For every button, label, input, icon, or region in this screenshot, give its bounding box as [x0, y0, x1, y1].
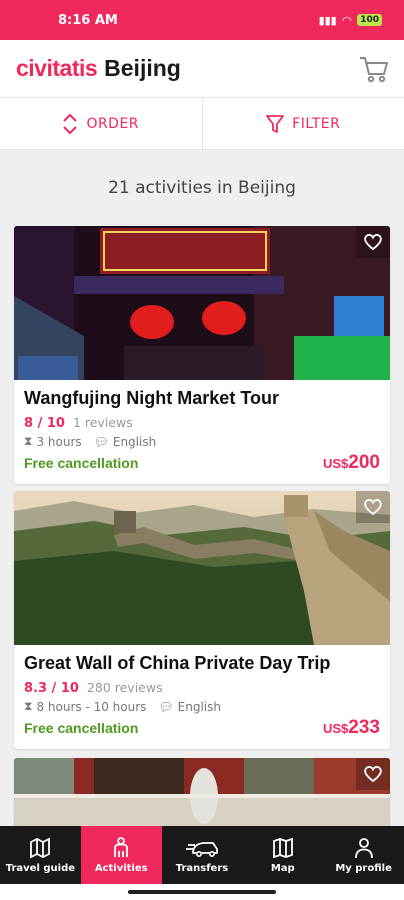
activity-meta: ⧗ 8 hours - 10 hours 💬︎ English [24, 699, 380, 714]
activity-card[interactable] [14, 758, 390, 826]
civitatis-logo[interactable]: civitatis [16, 55, 98, 82]
activity-image[interactable] [14, 226, 390, 380]
nav-my-profile[interactable]: My profile [323, 826, 404, 884]
status-time: 8:16 AM [58, 12, 118, 28]
language-bubble-icon: 💬︎ [93, 434, 109, 449]
nav-label: Activities [94, 862, 148, 874]
activity-card[interactable]: Wangfujing Night Market Tour 8 / 10 1 re… [14, 226, 390, 484]
price-row: Free cancellation US$233 [24, 717, 380, 739]
price-amount: 200 [348, 452, 380, 473]
nav-label: Map [270, 862, 295, 874]
price-currency: US$ [323, 456, 349, 471]
sort-icon [63, 113, 78, 134]
activity-meta: ⧗ 3 hours 💬︎ English [24, 434, 380, 449]
activity-image[interactable] [14, 491, 390, 645]
price-amount: 233 [348, 717, 380, 738]
price-currency: US$ [323, 721, 349, 736]
rating-row: 8 / 10 1 reviews [24, 415, 380, 431]
signal-icon: ▮▮▮ [318, 13, 337, 27]
favorite-button[interactable] [356, 758, 390, 790]
order-button[interactable]: ORDER [0, 98, 202, 149]
order-label: ORDER [86, 115, 140, 132]
activity-info: Great Wall of China Private Day Trip 8.3… [14, 645, 390, 749]
free-cancellation: Free cancellation [24, 720, 139, 736]
price-row: Free cancellation US$200 [24, 452, 380, 474]
filter-icon [266, 114, 285, 133]
language: English [177, 699, 221, 714]
activity-title[interactable]: Great Wall of China Private Day Trip [24, 653, 380, 674]
home-indicator[interactable] [128, 890, 276, 894]
heart-icon [364, 499, 382, 516]
status-bar: 8:16 AM ▮▮▮ ◠ 100 [0, 0, 404, 40]
heart-icon [364, 234, 382, 251]
free-cancellation: Free cancellation [24, 455, 139, 471]
activity-info: Wangfujing Night Market Tour 8 / 10 1 re… [14, 380, 390, 484]
reviews-count: 1 reviews [72, 415, 133, 430]
language-bubble-icon: 💬︎ [158, 699, 174, 714]
activity-card[interactable]: Great Wall of China Private Day Trip 8.3… [14, 491, 390, 749]
favorite-button[interactable] [356, 226, 390, 258]
activities-count: 21 activities in Beijing [108, 178, 296, 198]
nav-label: My profile [335, 862, 392, 874]
map-icon [272, 837, 293, 858]
filter-button[interactable]: FILTER [203, 98, 404, 149]
heart-icon [364, 766, 382, 783]
nav-map[interactable]: Map [242, 826, 323, 884]
nav-travel-guide[interactable]: Travel guide [0, 826, 81, 884]
hourglass-icon: ⧗ [24, 699, 33, 713]
nav-label: Travel guide [5, 862, 76, 874]
rating-row: 8.3 / 10 280 reviews [24, 680, 380, 696]
duration: 3 hours [36, 434, 82, 449]
rating: 8.3 / 10 [24, 681, 79, 696]
duration: 8 hours - 10 hours [36, 699, 147, 714]
cart-icon[interactable] [358, 54, 390, 84]
price: US$233 [323, 717, 380, 739]
nav-label: Transfers [175, 862, 229, 874]
reviews-count: 280 reviews [86, 680, 163, 695]
price: US$200 [323, 452, 380, 474]
nav-transfers[interactable]: Transfers [162, 826, 243, 884]
person-activities-icon [114, 836, 129, 857]
bottom-navigation: Travel guide Activities Transfers Map My… [0, 826, 404, 884]
map-book-icon [30, 837, 51, 858]
activity-image[interactable] [14, 758, 390, 826]
favorite-button[interactable] [356, 491, 390, 523]
wifi-icon: ◠ [342, 13, 352, 27]
filter-label: FILTER [292, 115, 341, 132]
status-icons: ▮▮▮ ◠ 100 [319, 14, 382, 27]
transfer-car-icon [185, 841, 218, 857]
nav-activities[interactable]: Activities [80, 826, 162, 884]
activity-title[interactable]: Wangfujing Night Market Tour [24, 388, 380, 409]
rating: 8 / 10 [24, 416, 65, 431]
profile-icon [354, 837, 373, 858]
page-title: Beijing [104, 55, 181, 81]
app-header: civitatis Beijing [0, 40, 404, 98]
sort-filter-toolbar: ORDER FILTER [0, 98, 404, 150]
battery-icon: 100 [357, 14, 382, 26]
language: English [112, 434, 157, 449]
hourglass-icon: ⧗ [24, 434, 33, 448]
